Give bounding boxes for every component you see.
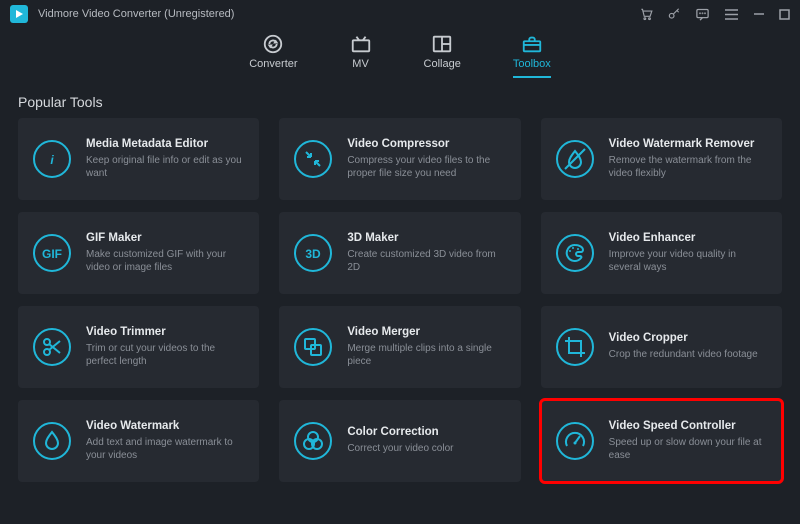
tool-3d-maker[interactable]: 3D 3D Maker Create customized 3D video f… xyxy=(279,212,520,294)
tool-desc: Add text and image watermark to your vid… xyxy=(86,436,245,463)
tool-desc: Crop the redundant video footage xyxy=(609,348,758,362)
maximize-icon[interactable] xyxy=(779,9,790,20)
tool-title: Color Correction xyxy=(347,426,453,438)
gif-icon: GIF xyxy=(32,233,72,273)
tool-media-metadata-editor[interactable]: i Media Metadata Editor Keep original fi… xyxy=(18,118,259,200)
minimize-icon[interactable] xyxy=(753,8,765,20)
collage-icon xyxy=(431,34,453,54)
svg-text:GIF: GIF xyxy=(42,247,62,261)
tool-video-trimmer[interactable]: Video Trimmer Trim or cut your videos to… xyxy=(18,306,259,388)
tool-title: Video Compressor xyxy=(347,138,506,150)
svg-text:i: i xyxy=(50,153,54,167)
app-logo xyxy=(10,5,28,23)
tool-desc: Keep original file info or edit as you w… xyxy=(86,154,245,181)
main-tabs: Converter MV Collage Toolbox xyxy=(0,28,800,78)
tool-title: 3D Maker xyxy=(347,232,506,244)
tab-label: MV xyxy=(352,58,369,70)
tool-desc: Speed up or slow down your file at ease xyxy=(609,436,768,463)
window-controls xyxy=(639,7,790,22)
tab-label: Converter xyxy=(249,58,297,70)
toolbox-icon xyxy=(521,34,543,54)
tool-video-speed-controller[interactable]: Video Speed Controller Speed up or slow … xyxy=(541,400,782,482)
tool-video-watermark[interactable]: Video Watermark Add text and image water… xyxy=(18,400,259,482)
tool-title: Video Cropper xyxy=(609,332,758,344)
merge-icon xyxy=(293,327,333,367)
tool-gif-maker[interactable]: GIF GIF Maker Make customized GIF with y… xyxy=(18,212,259,294)
tool-desc: Compress your video files to the proper … xyxy=(347,154,506,181)
tool-title: Video Merger xyxy=(347,326,506,338)
tool-title: Video Watermark Remover xyxy=(609,138,768,150)
tool-title: Video Speed Controller xyxy=(609,420,768,432)
tool-color-correction[interactable]: Color Correction Correct your video colo… xyxy=(279,400,520,482)
no-drop-icon xyxy=(555,139,595,179)
titlebar: Vidmore Video Converter (Unregistered) xyxy=(0,0,800,28)
tool-desc: Create customized 3D video from 2D xyxy=(347,248,506,275)
color-circles-icon xyxy=(293,421,333,461)
tool-desc: Remove the watermark from the video flex… xyxy=(609,154,768,181)
3d-icon: 3D xyxy=(293,233,333,273)
tool-video-compressor[interactable]: Video Compressor Compress your video fil… xyxy=(279,118,520,200)
tab-label: Toolbox xyxy=(513,58,551,70)
tool-video-enhancer[interactable]: Video Enhancer Improve your video qualit… xyxy=(541,212,782,294)
compress-icon xyxy=(293,139,333,179)
tab-converter[interactable]: Converter xyxy=(249,34,297,78)
speedometer-icon xyxy=(555,421,595,461)
app-title: Vidmore Video Converter (Unregistered) xyxy=(38,8,234,20)
tool-title: GIF Maker xyxy=(86,232,245,244)
menu-icon[interactable] xyxy=(724,8,739,21)
tool-desc: Make customized GIF with your video or i… xyxy=(86,248,245,275)
drop-icon xyxy=(32,421,72,461)
feedback-icon[interactable] xyxy=(695,7,710,22)
converter-icon xyxy=(262,34,284,54)
section-title: Popular Tools xyxy=(0,78,800,118)
tool-title: Video Watermark xyxy=(86,420,245,432)
tool-desc: Trim or cut your videos to the perfect l… xyxy=(86,342,245,369)
tab-mv[interactable]: MV xyxy=(350,34,372,78)
tool-video-watermark-remover[interactable]: Video Watermark Remover Remove the water… xyxy=(541,118,782,200)
tool-desc: Improve your video quality in several wa… xyxy=(609,248,768,275)
tab-label: Collage xyxy=(424,58,461,70)
mv-icon xyxy=(350,34,372,54)
svg-text:3D: 3D xyxy=(306,247,322,261)
tool-title: Video Trimmer xyxy=(86,326,245,338)
tool-video-cropper[interactable]: Video Cropper Crop the redundant video f… xyxy=(541,306,782,388)
info-icon: i xyxy=(32,139,72,179)
tool-title: Media Metadata Editor xyxy=(86,138,245,150)
cart-icon[interactable] xyxy=(639,7,653,21)
tab-collage[interactable]: Collage xyxy=(424,34,461,78)
tool-video-merger[interactable]: Video Merger Merge multiple clips into a… xyxy=(279,306,520,388)
tab-toolbox[interactable]: Toolbox xyxy=(513,34,551,78)
key-icon[interactable] xyxy=(667,7,681,21)
scissors-icon xyxy=(32,327,72,367)
tool-desc: Correct your video color xyxy=(347,442,453,456)
tool-title: Video Enhancer xyxy=(609,232,768,244)
tool-desc: Merge multiple clips into a single piece xyxy=(347,342,506,369)
crop-icon xyxy=(555,327,595,367)
tools-grid: i Media Metadata Editor Keep original fi… xyxy=(0,118,800,482)
palette-icon xyxy=(555,233,595,273)
